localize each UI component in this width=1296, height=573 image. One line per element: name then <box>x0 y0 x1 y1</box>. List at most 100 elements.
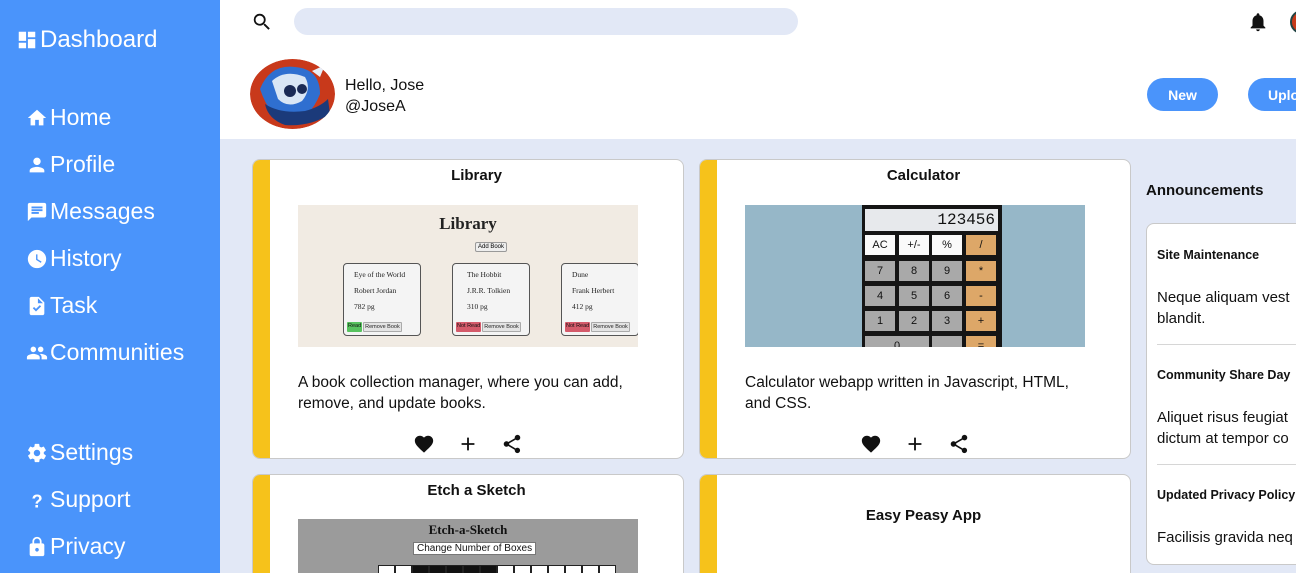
home-icon <box>27 109 47 125</box>
sidebar-item-label: Settings <box>50 439 134 465</box>
announcements-panel: Site Maintenance Neque aliquam vest blan… <box>1146 223 1296 565</box>
sidebar-item-profile[interactable]: Profile <box>26 151 115 178</box>
thumb-book-title: Dune <box>572 270 589 279</box>
heart-icon[interactable] <box>413 433 435 455</box>
divider <box>1157 344 1296 345</box>
thumb-book-title: Eye of the World <box>354 270 406 279</box>
upload-button[interactable]: Upload <box>1248 78 1296 111</box>
thumb-add-book: Add Book <box>475 242 508 252</box>
sidebar: Dashboard Home Profile Messages History … <box>0 0 220 573</box>
thumb-key: +/- <box>899 235 929 255</box>
search-icon[interactable] <box>251 11 273 33</box>
thumb-key: - <box>966 286 996 306</box>
thumb-book: Dune Frank Herbert 412 pg Not Read Remove… <box>561 263 638 336</box>
search-input[interactable] <box>294 8 798 35</box>
thumb-calculator-body: 123456 AC +/- % / 7 8 9 * 4 5 6 - 1 2 3 … <box>862 205 1002 347</box>
card-title: Library <box>451 167 502 184</box>
sidebar-item-home[interactable]: Home <box>26 104 111 131</box>
task-icon <box>29 296 45 315</box>
thumb-key: 0 <box>865 336 929 347</box>
thumb-calculator-display: 123456 <box>865 209 998 231</box>
announcement-text: Facilisis gravida neq <box>1157 529 1293 546</box>
sidebar-item-label: Messages <box>50 198 155 224</box>
plus-icon[interactable] <box>457 433 479 455</box>
sidebar-item-label: Communities <box>50 339 185 365</box>
announcement-title[interactable]: Site Maintenance <box>1157 248 1259 262</box>
sidebar-item-label: Profile <box>50 151 116 177</box>
thumb-key: AC <box>865 235 895 255</box>
thumb-book-author: J.R.R. Tolkien <box>467 286 511 295</box>
brand-label: Dashboard <box>40 26 158 53</box>
thumb-key: = <box>966 336 996 347</box>
project-card-library[interactable]: Library Library Add Book Eye of the Worl… <box>252 159 684 459</box>
user-menu-avatar[interactable] <box>1290 10 1296 34</box>
sidebar-item-support[interactable]: ? Support <box>26 486 131 513</box>
project-card-easy-peasy-app[interactable]: Easy Peasy App <box>699 474 1131 573</box>
bell-icon[interactable] <box>1247 11 1269 33</box>
thumb-heading: Library <box>439 214 497 233</box>
avatar <box>250 59 335 129</box>
thumb-book: Eye of the World Robert Jordan 782 pg Re… <box>343 263 421 336</box>
thumb-book: The Hobbit J.R.R. Tolkien 310 pg Not Rea… <box>452 263 530 336</box>
thumb-key: 5 <box>899 286 929 306</box>
thumb-book-remove: Remove Book <box>591 322 630 332</box>
greeting: Hello, Jose @JoseA <box>345 75 424 117</box>
sidebar-item-privacy[interactable]: Privacy <box>26 533 125 560</box>
user-handle: @JoseA <box>345 98 406 115</box>
new-button[interactable]: New <box>1147 78 1218 111</box>
card-description: Calculator webapp written in Javascript,… <box>745 374 1069 412</box>
share-icon[interactable] <box>501 433 523 455</box>
sidebar-item-messages[interactable]: Messages <box>26 198 155 225</box>
share-icon[interactable] <box>948 433 970 455</box>
divider <box>1157 464 1296 465</box>
sidebar-item-settings[interactable]: Settings <box>26 439 133 466</box>
announcement-text: Aliquet risus feugiat dictum at tempor c… <box>1157 409 1289 447</box>
group-icon <box>26 346 48 359</box>
sidebar-item-task[interactable]: Task <box>26 292 97 319</box>
announcement-text: Neque aliquam vest blandit. <box>1157 289 1290 327</box>
thumb-book-status: Not Read <box>565 322 591 332</box>
card-actions <box>413 433 523 455</box>
sidebar-item-history[interactable]: History <box>26 245 122 272</box>
announcements-title: Announcements <box>1146 182 1264 199</box>
etch-thumbnail: Etch-a-Sketch Change Number of Boxes <box>298 519 638 573</box>
thumb-book-pages: 412 pg <box>572 302 593 311</box>
question-icon: ? <box>32 490 43 511</box>
thumb-key: 9 <box>932 261 962 281</box>
message-icon <box>27 202 47 221</box>
announcement-title[interactable]: Community Share Day <box>1157 368 1290 382</box>
sidebar-item-label: Home <box>50 104 112 130</box>
thumb-grid <box>378 565 616 573</box>
sidebar-item-communities[interactable]: Communities <box>26 339 184 366</box>
sidebar-item-label: Task <box>50 292 98 318</box>
thumb-key: 2 <box>899 311 929 331</box>
heart-icon[interactable] <box>860 433 882 455</box>
project-card-etch-a-sketch[interactable]: Etch a Sketch Etch-a-Sketch Change Numbe… <box>252 474 684 573</box>
thumb-book-remove: Remove Book <box>482 322 521 332</box>
project-card-calculator[interactable]: Calculator 123456 AC +/- % / 7 8 9 * 4 5… <box>699 159 1131 459</box>
announcement-title[interactable]: Updated Privacy Policy <box>1157 488 1295 502</box>
thumb-book-author: Robert Jordan <box>354 286 397 295</box>
sidebar-item-label: Support <box>50 486 131 512</box>
thumb-key: % <box>932 235 962 255</box>
thumb-book-pages: 310 pg <box>467 302 488 311</box>
header: Hello, Jose @JoseA New Upload <box>220 0 1296 139</box>
thumb-change-boxes-button: Change Number of Boxes <box>413 542 537 555</box>
thumb-book-author: Frank Herbert <box>572 286 615 295</box>
card-title: Etch a Sketch <box>427 482 526 499</box>
dashboard-icon <box>18 31 36 49</box>
thumb-book-title: The Hobbit <box>467 270 502 279</box>
thumb-key: 3 <box>932 311 962 331</box>
card-actions <box>860 433 970 455</box>
card-title: Easy Peasy App <box>865 507 982 524</box>
thumb-book-pages: 782 pg <box>354 302 375 311</box>
thumb-book-status: Not Read <box>456 322 482 332</box>
thumb-key: + <box>966 311 996 331</box>
plus-icon[interactable] <box>904 433 926 455</box>
card-title: Calculator <box>886 167 961 184</box>
thumb-key: 4 <box>865 286 895 306</box>
card-description: A book collection manager, where you can… <box>298 374 623 412</box>
dashboard-brand[interactable]: Dashboard <box>16 26 157 54</box>
person-icon <box>29 157 45 172</box>
sidebar-item-label: Privacy <box>50 533 126 559</box>
